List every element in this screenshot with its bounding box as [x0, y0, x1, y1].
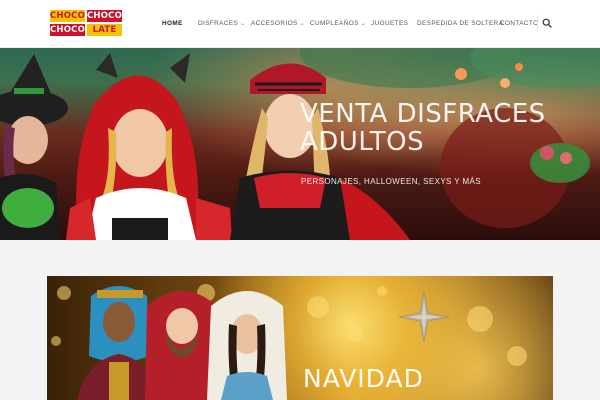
nav-item-label: Contacto	[500, 20, 539, 27]
nav-item-cumpleanos[interactable]: Cumpleaños ⌄	[310, 18, 366, 30]
chevron-down-icon: ⌄	[240, 21, 246, 27]
hero-slider[interactable]: Venta Disfraces Adultos Personajes, Hall…	[0, 48, 600, 240]
bokeh-light	[307, 296, 329, 318]
nav-item-juguetes[interactable]: Juguetes	[371, 18, 408, 30]
nav-item-despedida-de-soltera[interactable]: Despedida de Soltera	[417, 18, 503, 30]
site-header: CHOCO CHOCO CHOCO LATE Home Disfraces ⌄ A…	[0, 0, 600, 48]
hero-title-line: Adultos	[300, 127, 425, 157]
lantern-light	[515, 63, 523, 71]
nav-item-label: Home	[162, 20, 183, 27]
nav-item-home[interactable]: Home	[162, 18, 183, 30]
nav-item-label: Accesorios	[251, 20, 298, 27]
chevron-down-icon: ⌄	[360, 21, 367, 27]
nav-item-accesorios[interactable]: Accesorios ⌄	[251, 18, 305, 30]
nav-item-label: Juguetes	[371, 20, 409, 27]
hero-title: Venta Disfraces Adultos	[300, 100, 600, 156]
bokeh-light	[507, 346, 527, 366]
lantern-light	[500, 78, 510, 88]
bokeh-light	[467, 306, 493, 332]
hero-title-line: Venta Disfraces	[300, 99, 546, 129]
bokeh-light	[377, 286, 387, 296]
lantern-light	[455, 68, 467, 80]
nativity-children-image	[77, 286, 287, 400]
banner-title: Navidad	[303, 364, 424, 393]
navidad-banner[interactable]: Navidad	[47, 276, 553, 400]
nav-item-disfraces[interactable]: Disfraces ⌄	[198, 18, 246, 30]
nav-item-label: Despedida de Soltera	[417, 20, 504, 27]
search-icon[interactable]	[542, 18, 552, 28]
main-nav: Home Disfraces ⌄ Accesorios ⌄ Cumpleaños ⌄ …	[0, 0, 600, 48]
bokeh-light	[347, 326, 363, 342]
hero-subtitle: Personajes, Halloween, Sexys y más	[301, 177, 482, 186]
nav-item-label: Cumpleaños	[310, 20, 359, 27]
nav-item-label: Disfraces	[198, 20, 239, 27]
nav-item-contacto[interactable]: Contacto	[500, 18, 538, 30]
background-drape	[470, 48, 600, 88]
star-icon	[399, 292, 449, 342]
chevron-down-icon: ⌄	[299, 21, 306, 27]
nav-divider	[537, 15, 538, 32]
